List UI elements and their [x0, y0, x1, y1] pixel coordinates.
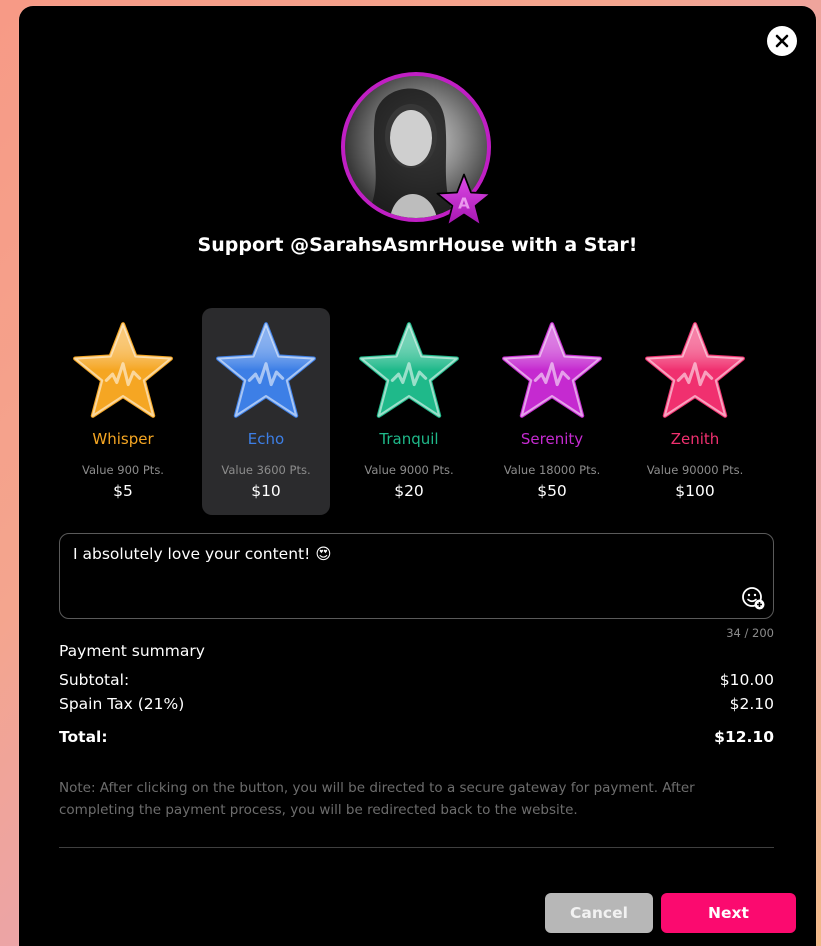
total-value: $12.10 — [714, 728, 774, 746]
star-badge-icon: A — [436, 173, 492, 227]
tier-name: Tranquil — [379, 430, 439, 448]
tier-points: Value 90000 Pts. — [646, 463, 744, 477]
star-icon — [73, 322, 173, 418]
payment-summary-heading: Payment summary — [59, 642, 205, 660]
star-icon — [359, 322, 459, 418]
payment-note: Note: After clicking on the button, you … — [59, 780, 695, 818]
tier-points: Value 18000 Pts. — [503, 463, 601, 477]
message-text[interactable]: I absolutely love your content! 😍 — [73, 545, 331, 563]
tier-name: Whisper — [92, 430, 154, 448]
star-icon — [216, 322, 316, 418]
message-field[interactable]: I absolutely love your content! 😍 — [59, 533, 774, 619]
total-row: Total: $12.10 — [59, 728, 774, 746]
tier-card-whisper[interactable]: Whisper Value 900 Pts. $5 — [59, 308, 187, 515]
tier-card-tranquil[interactable]: Tranquil Value 9000 Pts. $20 — [345, 308, 473, 515]
tier-name: Zenith — [670, 430, 720, 448]
subtotal-row: Subtotal: $10.00 — [59, 671, 774, 689]
add-emoji-icon[interactable] — [741, 586, 765, 610]
character-counter: 34 / 200 — [726, 626, 774, 640]
tier-points: Value 900 Pts. — [82, 463, 164, 477]
star-tier-list: Whisper Value 900 Pts. $5 Echo Value 3600 Pt… — [59, 306, 779, 516]
total-label: Total: — [59, 728, 108, 746]
creator-avatar-wrap: A — [341, 72, 492, 227]
subtotal-label: Subtotal: — [59, 671, 130, 689]
tier-price: $5 — [113, 482, 133, 500]
close-icon — [775, 34, 789, 48]
tax-label: Spain Tax (21%) — [59, 695, 185, 713]
tier-card-zenith[interactable]: Zenith Value 90000 Pts. $100 — [631, 308, 759, 515]
tier-points: Value 3600 Pts. — [221, 463, 311, 477]
svg-text:A: A — [458, 195, 470, 213]
next-button[interactable]: Next — [661, 893, 796, 933]
close-button[interactable] — [767, 26, 797, 56]
cancel-button[interactable]: Cancel — [545, 893, 653, 933]
tax-value: $2.10 — [729, 695, 774, 713]
tier-name: Serenity — [520, 430, 584, 448]
tier-name: Echo — [247, 430, 285, 448]
tier-price: $50 — [537, 482, 567, 500]
tier-points: Value 9000 Pts. — [364, 463, 454, 477]
tier-price: $10 — [251, 482, 281, 500]
star-icon — [502, 322, 602, 418]
tax-row: Spain Tax (21%) $2.10 — [59, 695, 774, 713]
tier-card-echo[interactable]: Echo Value 3600 Pts. $10 — [202, 308, 330, 515]
tier-price: $100 — [675, 482, 715, 500]
subtotal-value: $10.00 — [719, 671, 774, 689]
tier-card-serenity[interactable]: Serenity Value 18000 Pts. $50 — [488, 308, 616, 515]
star-icon — [645, 322, 745, 418]
page-title: Support @SarahsAsmrHouse with a Star! — [197, 234, 638, 256]
tier-price: $20 — [394, 482, 424, 500]
support-modal: A Support @SarahsAsmrHouse with a Star! … — [19, 6, 816, 946]
divider — [59, 847, 774, 848]
